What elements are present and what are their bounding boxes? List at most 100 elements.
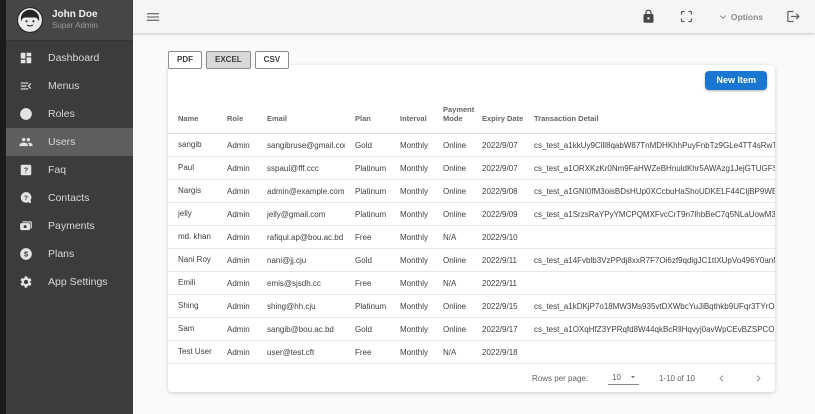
sidebar-item-users[interactable]: Users bbox=[6, 128, 133, 156]
column-header-transaction-detail: Transaction Detail bbox=[524, 99, 775, 134]
table-row: Nargis Admin admin@example.com Platinum … bbox=[168, 180, 775, 203]
rows-per-page-value: 10 bbox=[612, 373, 621, 382]
rows-per-page-label: Rows per page: bbox=[532, 374, 588, 383]
rows-per-page-select[interactable]: 10 bbox=[608, 371, 639, 385]
cell-interval: Monthly bbox=[390, 272, 433, 295]
cell-interval: Monthly bbox=[390, 226, 433, 249]
logout-icon[interactable] bbox=[786, 9, 801, 24]
sidebar-item-contacts[interactable]: ? Contacts bbox=[6, 184, 133, 212]
lock-icon[interactable] bbox=[641, 9, 656, 24]
cell-payment-mode: Online bbox=[433, 180, 472, 203]
export-button-excel[interactable]: EXCEL bbox=[206, 51, 251, 69]
svg-text:?: ? bbox=[24, 195, 28, 202]
column-header-email: Email bbox=[257, 99, 345, 134]
pagination: Rows per page: 10 1-10 of 10 bbox=[168, 364, 775, 392]
sidebar-item-label: Faq bbox=[48, 164, 66, 176]
cell-plan: Platinum bbox=[345, 203, 390, 226]
cell-transaction-detail: cs_test_a1kDKjP7o18MW3Ms935vtDXWbcYuJiBq… bbox=[524, 295, 775, 318]
column-header-plan: Plan bbox=[345, 99, 390, 134]
new-item-button[interactable]: New Item bbox=[705, 71, 767, 90]
chevron-right-icon bbox=[752, 372, 765, 385]
table-row: Emili Admin emis@sjsdh.cc Free Monthly N… bbox=[168, 272, 775, 295]
cell-transaction-detail bbox=[524, 272, 775, 295]
cell-plan: Platinum bbox=[345, 295, 390, 318]
cell-payment-mode: Online bbox=[433, 318, 472, 341]
cell-role: Admin bbox=[217, 249, 257, 272]
cell-plan: Gold bbox=[345, 249, 390, 272]
table-row: jelly Admin jelly@gmail.com Platinum Mon… bbox=[168, 203, 775, 226]
next-page-button[interactable] bbox=[752, 372, 765, 385]
cell-plan: Platinum bbox=[345, 157, 390, 180]
cell-plan: Gold bbox=[345, 134, 390, 157]
cell-plan: Platinum bbox=[345, 180, 390, 203]
sidebar-item-plans[interactable]: $ Plans bbox=[6, 240, 133, 268]
cell-transaction-detail: cs_test_a1ORXKzKr0Nm9FaHWZeBHnuldKhr5AWA… bbox=[524, 157, 775, 180]
cell-payment-mode: Online bbox=[433, 249, 472, 272]
cell-role: Admin bbox=[217, 318, 257, 341]
contact-support-icon: ? bbox=[19, 191, 33, 205]
cell-transaction-detail: cs_test_a1GNI0fM3oisBDsHUp0XCcbuHaShoUDK… bbox=[524, 180, 775, 203]
cell-transaction-detail: cs_test_a1SrzsRaYPyYMCPQMXFvcCrT9n7lhbBe… bbox=[524, 203, 775, 226]
menu-open-icon bbox=[19, 79, 33, 93]
avatar bbox=[17, 7, 43, 33]
sidebar-item-menus[interactable]: Menus bbox=[6, 72, 133, 100]
cell-interval: Monthly bbox=[390, 341, 433, 364]
sidebar-item-dashboard[interactable]: Dashboard bbox=[6, 44, 133, 72]
cell-role: Admin bbox=[217, 134, 257, 157]
cell-role: Admin bbox=[217, 157, 257, 180]
sidebar-item-label: Contacts bbox=[48, 192, 89, 204]
cell-role: Admin bbox=[217, 180, 257, 203]
people-icon bbox=[19, 135, 33, 149]
cell-transaction-detail bbox=[524, 341, 775, 364]
table-header-row: NameRoleEmailPlanIntervalPayment ModeExp… bbox=[168, 99, 775, 134]
main-area: Options PDFEXCELCSV New Item bbox=[133, 0, 815, 414]
svg-text:?: ? bbox=[24, 168, 28, 175]
cell-transaction-detail: cs_test_a1OXqHfZ3YPRqfd8W44qkBcRllHqvyj0… bbox=[524, 318, 775, 341]
sidebar-item-label: Plans bbox=[48, 248, 74, 260]
cell-plan: Free bbox=[345, 226, 390, 249]
sidebar: John Doe Super Admin Dashboard Menus Rol… bbox=[0, 0, 133, 414]
fullscreen-icon[interactable] bbox=[679, 9, 694, 24]
sidebar-item-faq[interactable]: ? Faq bbox=[6, 156, 133, 184]
pagination-range: 1-10 of 10 bbox=[659, 374, 695, 383]
cell-name: Emili bbox=[168, 272, 217, 295]
cell-role: Admin bbox=[217, 272, 257, 295]
table-row: Shing Admin shing@hh.cju Platinum Monthl… bbox=[168, 295, 775, 318]
cell-email: jelly@gmail.com bbox=[257, 203, 345, 226]
cell-interval: Monthly bbox=[390, 318, 433, 341]
user-profile: John Doe Super Admin bbox=[6, 0, 133, 41]
previous-page-button[interactable] bbox=[715, 372, 728, 385]
options-dropdown[interactable]: Options bbox=[717, 11, 763, 23]
cell-expiry-date: 2022/9/07 bbox=[472, 134, 524, 157]
menu-icon[interactable] bbox=[145, 9, 161, 25]
cell-name: Test User bbox=[168, 341, 217, 364]
export-button-pdf[interactable]: PDF bbox=[168, 51, 202, 69]
table-body: sangib Admin sangibruse@gmail.com Gold M… bbox=[168, 134, 775, 364]
sidebar-item-label: Dashboard bbox=[48, 52, 99, 64]
cell-email: user@test.cft bbox=[257, 341, 345, 364]
chevron-down-icon bbox=[628, 372, 638, 382]
cell-payment-mode: N/A bbox=[433, 341, 472, 364]
cell-expiry-date: 2022/9/15 bbox=[472, 295, 524, 318]
sidebar-item-payments[interactable]: Payments bbox=[6, 212, 133, 240]
table-row: Sam Admin sangib@bou.ac.bd Gold Monthly … bbox=[168, 318, 775, 341]
sidebar-item-roles[interactable]: Roles bbox=[6, 100, 133, 128]
column-header-name: Name bbox=[168, 99, 217, 134]
cell-expiry-date: 2022/9/10 bbox=[472, 226, 524, 249]
sidebar-item-app-settings[interactable]: App Settings bbox=[6, 268, 133, 296]
content: PDFEXCELCSV New Item NameRoleEmailPlanIn… bbox=[133, 33, 815, 414]
cell-payment-mode: Online bbox=[433, 157, 472, 180]
cell-role: Admin bbox=[217, 226, 257, 249]
cell-email: nani@jj.cju bbox=[257, 249, 345, 272]
chevron-down-icon bbox=[717, 11, 729, 23]
cell-transaction-detail bbox=[524, 226, 775, 249]
table-row: Paul Admin sspaul@fff.ccc Platinum Month… bbox=[168, 157, 775, 180]
cell-name: Sam bbox=[168, 318, 217, 341]
cell-expiry-date: 2022/9/11 bbox=[472, 249, 524, 272]
gear-icon bbox=[19, 275, 33, 289]
user-role: Super Admin bbox=[52, 21, 98, 31]
export-button-csv[interactable]: CSV bbox=[255, 51, 289, 69]
sidebar-menu: Dashboard Menus Roles Users ? Faq ? Cont… bbox=[6, 41, 133, 296]
cell-email: emis@sjsdh.cc bbox=[257, 272, 345, 295]
cell-role: Admin bbox=[217, 295, 257, 318]
